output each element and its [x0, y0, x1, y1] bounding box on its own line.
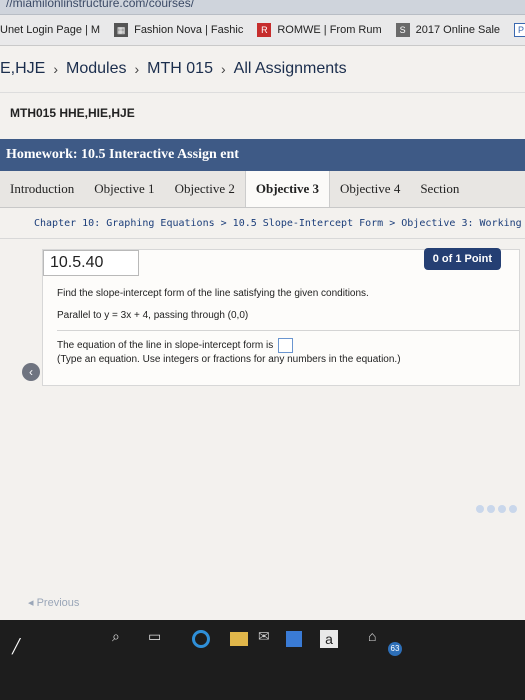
- bookmark-label: ROMWE | From Rum: [277, 24, 382, 36]
- points-badge: 0 of 1 Point: [423, 248, 501, 270]
- dot: [509, 505, 517, 513]
- pen-icon[interactable]: ╱: [12, 638, 20, 655]
- tab-objective-3[interactable]: Objective 3: [244, 171, 331, 207]
- browser-screen: //miamilonlinstructure.com/courses/ Unet…: [0, 0, 525, 640]
- amazon-icon[interactable]: a: [320, 630, 338, 648]
- bookmarks-bar: Unet Login Page | M ▦ Fashion Nova | Fas…: [0, 15, 525, 46]
- problem-area: ‹ 10.5.40 0 of 1 Point Find the slope-in…: [0, 239, 525, 539]
- chapter-path[interactable]: Chapter 10: Graphing Equations > 10.5 Sl…: [0, 208, 525, 239]
- previous-arrow-icon[interactable]: ‹: [22, 363, 40, 381]
- sale-icon: S: [395, 23, 410, 37]
- task-view-icon[interactable]: ▭: [148, 628, 161, 645]
- problem-number: 10.5.40: [43, 250, 139, 276]
- bookmark-p[interactable]: P: [514, 23, 525, 37]
- answer-input[interactable]: [278, 338, 294, 353]
- tab-section[interactable]: Section: [410, 171, 469, 207]
- tab-objective-4[interactable]: Objective 4: [330, 171, 410, 207]
- breadcrumb-separator: ›: [53, 61, 59, 77]
- course-title: MTH015 HHE,HIE,HJE: [0, 92, 525, 133]
- answer-hint: (Type an equation. Use integers or fract…: [57, 354, 401, 365]
- bookmark-fashion-nova[interactable]: ▦ Fashion Nova | Fashic: [114, 23, 243, 37]
- store-icon[interactable]: [286, 631, 302, 647]
- dot: [476, 505, 484, 513]
- bookmark-unet[interactable]: Unet Login Page | M: [0, 24, 100, 36]
- breadcrumb-separator: ›: [220, 61, 226, 77]
- divider: [57, 330, 519, 331]
- dot: [498, 505, 506, 513]
- bookmark-romwe[interactable]: R ROMWE | From Rum: [257, 23, 382, 37]
- homework-title: Homework: 10.5 Interactive Assign ent: [0, 139, 525, 171]
- romwe-icon: R: [257, 23, 272, 37]
- p-icon: P: [514, 23, 525, 37]
- dot: [487, 505, 495, 513]
- tab-objective-2[interactable]: Objective 2: [165, 171, 245, 207]
- breadcrumb-item-course[interactable]: E,HJE: [0, 60, 45, 78]
- problem-instruction: Find the slope-intercept form of the lin…: [57, 288, 369, 299]
- folder-icon[interactable]: [230, 632, 248, 646]
- breadcrumb-separator: ›: [134, 61, 140, 77]
- bookmark-label: Unet Login Page | M: [0, 24, 101, 36]
- previous-button[interactable]: ◂ Previous: [28, 596, 79, 609]
- tab-introduction[interactable]: Introduction: [0, 171, 84, 207]
- bookmark-online-sale[interactable]: S 2017 Online Sale: [395, 23, 501, 37]
- notification-badge: 63: [388, 642, 402, 656]
- bookmark-label: Fashion Nova | Fashic: [134, 24, 244, 36]
- loading-dots: [473, 505, 517, 513]
- address-bar[interactable]: //miamilonlinstructure.com/courses/: [0, 0, 525, 15]
- tab-objective-1[interactable]: Objective 1: [84, 171, 164, 207]
- graduation-cap-icon[interactable]: ⌂: [368, 628, 376, 644]
- breadcrumb-item-all-assignments[interactable]: All Assignments: [234, 60, 347, 78]
- breadcrumb-item-mth015[interactable]: MTH 015: [147, 60, 213, 78]
- microphone-icon[interactable]: ⌕: [112, 628, 120, 645]
- breadcrumb-item-modules[interactable]: Modules: [66, 60, 126, 78]
- mail-icon[interactable]: ✉: [258, 628, 270, 645]
- bookmark-label: 2017 Online Sale: [415, 24, 501, 36]
- problem-condition: Parallel to y = 3x + 4, passing through …: [57, 310, 249, 321]
- taskbar: ╱ ⌕ ▭ ✉ a ⌂ 63: [0, 620, 525, 700]
- problem-card: 10.5.40 0 of 1 Point Find the slope-inte…: [42, 248, 520, 386]
- breadcrumb: E,HJE › Modules › MTH 015 › All Assignme…: [0, 46, 525, 92]
- url-text: //miamilonlinstructure.com/courses/: [6, 0, 195, 10]
- answer-row: The equation of the line in slope-interc…: [57, 338, 294, 353]
- page-icon: ▦: [114, 23, 129, 37]
- objective-tabs: Introduction Objective 1 Objective 2 Obj…: [0, 171, 525, 208]
- edge-browser-icon[interactable]: [192, 630, 210, 648]
- answer-prompt: The equation of the line in slope-interc…: [57, 340, 274, 352]
